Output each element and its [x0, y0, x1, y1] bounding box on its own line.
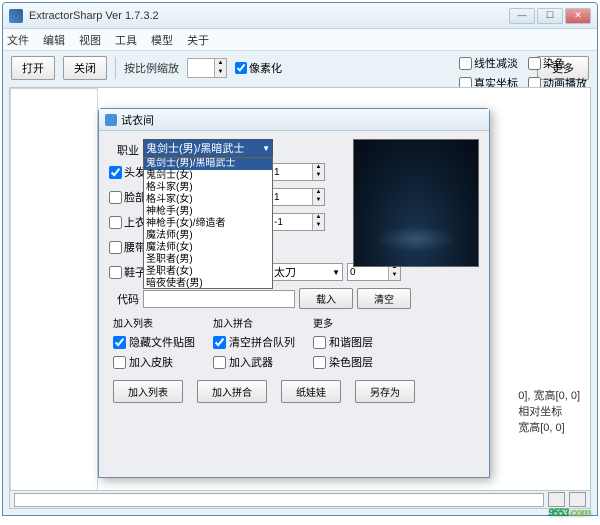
add-list-button[interactable]: 加入列表 — [113, 380, 183, 403]
add-skin-checkbox[interactable]: 加入皮肤 — [113, 354, 195, 370]
menu-file[interactable]: 文件 — [7, 32, 29, 48]
menu-view[interactable]: 视图 — [79, 32, 101, 48]
job-dropdown[interactable]: 鬼剑士(男)/黑暗武士 鬼剑士(女) 格斗家(男) 格斗家(女) 神枪手(男) … — [143, 157, 273, 289]
info-line: 宽高[0, 0] — [518, 420, 580, 436]
info-line: 相对坐标 — [518, 404, 580, 420]
dye-checkbox[interactable]: 染色 — [528, 55, 587, 71]
paper-doll-button[interactable]: 纸娃娃 — [281, 380, 341, 403]
job-option[interactable]: 暗夜使者(男) — [144, 278, 272, 289]
dialog-icon — [105, 114, 117, 126]
file-tree[interactable] — [10, 88, 98, 492]
add-merge-button[interactable]: 加入拼合 — [197, 380, 267, 403]
titlebar: ExtractorSharp Ver 1.7.3.2 — ☐ ✕ — [3, 3, 597, 29]
display-options: 线性减淡 染色 真实坐标 动画播放 — [459, 55, 587, 91]
job-option[interactable]: 圣职者(女) — [144, 266, 272, 278]
scale-spinner[interactable]: ▲▼ — [187, 58, 227, 78]
harmony-layer-checkbox[interactable]: 和谐图层 — [313, 334, 373, 350]
menu-about[interactable]: 关于 — [187, 32, 209, 48]
job-option[interactable]: 圣职者(男) — [144, 254, 272, 266]
chevron-down-icon: ▼ — [262, 144, 270, 153]
dialog-title: 试衣间 — [121, 112, 154, 128]
window-title: ExtractorSharp Ver 1.7.3.2 — [29, 10, 509, 22]
load-button[interactable]: 载入 — [299, 288, 353, 309]
path-input[interactable] — [14, 493, 544, 507]
info-panel: 0], 宽高[0, 0] 相对坐标 宽高[0, 0] — [518, 388, 580, 436]
open-button[interactable]: 打开 — [11, 56, 55, 80]
job-option[interactable]: 格斗家(男) — [144, 182, 272, 194]
job-label: 职业 — [109, 139, 139, 158]
hide-file-img-checkbox[interactable]: 隐藏文件贴图 — [113, 334, 195, 350]
pixelate-checkbox[interactable]: 像素化 — [235, 60, 282, 76]
app-icon — [9, 9, 23, 23]
status-bar — [10, 490, 590, 508]
code-label: 代码 — [109, 291, 139, 307]
job-option[interactable]: 神枪手(女)/缔造者 — [144, 218, 272, 230]
scale-label: 按比例缩放 — [124, 60, 179, 76]
dialog-titlebar[interactable]: 试衣间 — [99, 109, 489, 131]
menubar: 文件 编辑 视图 工具 模型 关于 — [3, 29, 597, 51]
fitting-room-dialog: 试衣间 职业 鬼剑士(男)/黑暗武士▼ 鬼剑士(男)/黑暗武士 鬼剑士(女) 格… — [98, 108, 490, 478]
menu-edit[interactable]: 编辑 — [43, 32, 65, 48]
close-button[interactable]: ✕ — [565, 8, 591, 24]
section-more: 更多 — [313, 315, 333, 330]
job-option[interactable]: 格斗家(女) — [144, 194, 272, 206]
linear-dim-checkbox[interactable]: 线性减淡 — [459, 55, 518, 71]
scale-input[interactable] — [188, 59, 214, 77]
job-select[interactable]: 鬼剑士(男)/黑暗武士▼ 鬼剑士(男)/黑暗武士 鬼剑士(女) 格斗家(男) 格… — [143, 139, 273, 157]
job-option[interactable]: 魔法师(女) — [144, 242, 272, 254]
menu-tool[interactable]: 工具 — [115, 32, 137, 48]
maximize-button[interactable]: ☐ — [537, 8, 563, 24]
clear-button[interactable]: 清空 — [357, 288, 411, 309]
add-weapon-checkbox[interactable]: 加入武器 — [213, 354, 295, 370]
chevron-down-icon: ▼ — [332, 268, 340, 277]
job-option[interactable]: 魔法师(男) — [144, 230, 272, 242]
close-file-button[interactable]: 关闭 — [63, 56, 107, 80]
menu-model[interactable]: 模型 — [151, 32, 173, 48]
minimize-button[interactable]: — — [509, 8, 535, 24]
save-as-button[interactable]: 另存为 — [355, 380, 415, 403]
pants-spinner[interactable]: ▲▼ — [271, 213, 325, 231]
job-option[interactable]: 神枪手(男) — [144, 206, 272, 218]
down-icon[interactable]: ▼ — [215, 68, 226, 77]
weapon-type-select[interactable]: 太刀▼ — [271, 263, 343, 281]
dye-layer-checkbox[interactable]: 染色图层 — [313, 354, 373, 370]
cap-spinner[interactable]: ▲▼ — [271, 163, 325, 181]
section-add-merge: 加入拼合 — [213, 315, 253, 330]
clear-merge-queue-checkbox[interactable]: 清空拼合队列 — [213, 334, 295, 350]
info-line: 0], 宽高[0, 0] — [518, 388, 580, 404]
section-add-list: 加入列表 — [113, 315, 153, 330]
up-icon[interactable]: ▲ — [215, 59, 226, 68]
code-input[interactable] — [143, 290, 295, 308]
job-option[interactable]: 鬼剑士(男)/黑暗武士 — [144, 158, 272, 170]
watermark: 9553.com — [548, 503, 590, 521]
neck-spinner[interactable]: ▲▼ — [271, 188, 325, 206]
separator — [115, 57, 116, 79]
job-option[interactable]: 鬼剑士(女) — [144, 170, 272, 182]
preview-area — [353, 139, 479, 267]
